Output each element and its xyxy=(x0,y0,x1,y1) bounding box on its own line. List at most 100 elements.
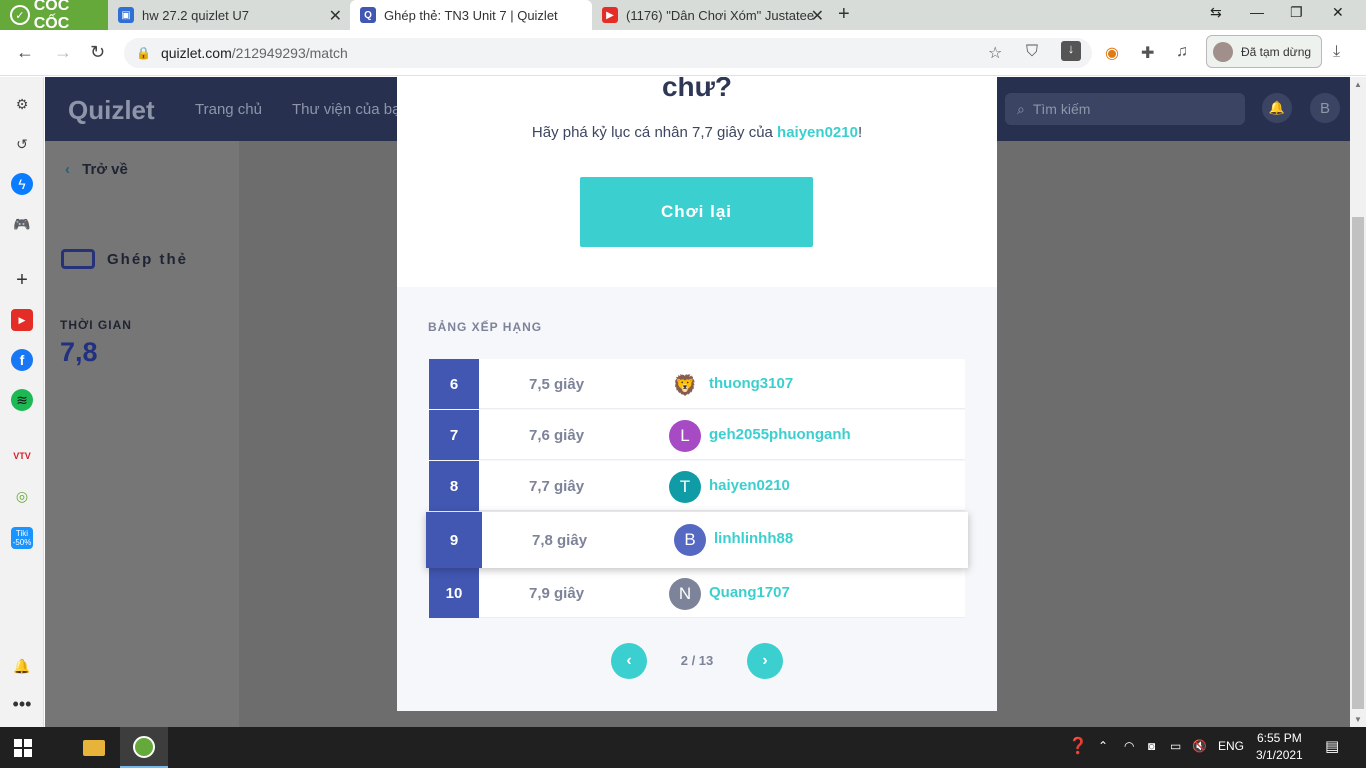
gear-icon[interactable]: ⚙ xyxy=(11,93,33,115)
tab-youtube[interactable]: ▶ (1176) "Dân Chơi Xóm" Justatee ✕ xyxy=(592,0,832,30)
user-avatar: B xyxy=(674,524,706,556)
scroll-up-icon[interactable]: ▲ xyxy=(1354,80,1362,89)
replay-button[interactable]: Chơi lại xyxy=(580,177,813,247)
search-placeholder: Tìm kiếm xyxy=(1032,101,1091,117)
language-indicator[interactable]: ENG xyxy=(1218,739,1244,753)
row-time: 7,8 giây xyxy=(532,532,588,549)
new-tab-icon[interactable]: + xyxy=(838,3,850,26)
row-username[interactable]: geh2055phuonganh xyxy=(709,426,851,443)
leaderboard-pager: ‹ 2 / 13 › xyxy=(611,643,783,679)
scrollbar-thumb[interactable] xyxy=(1352,217,1364,709)
user-avatar[interactable]: B xyxy=(1310,93,1340,123)
coccoc-taskbar-button[interactable] xyxy=(120,727,168,768)
row-username[interactable]: haiyen0210 xyxy=(709,477,790,494)
spotify-icon[interactable]: ≋ xyxy=(11,389,33,411)
vtv-icon[interactable]: VTV xyxy=(11,445,33,467)
action-center-icon[interactable]: ▤ xyxy=(1325,737,1339,755)
tab-quizlet-match[interactable]: Q Ghép thẻ: TN3 Unit 7 | Quizlet xyxy=(350,0,592,30)
back-arrow-icon[interactable]: ← xyxy=(16,42,34,63)
media-control-icon[interactable]: ♫ xyxy=(1176,43,1188,61)
file-explorer-button[interactable] xyxy=(70,727,118,768)
address-bar[interactable]: 🔒 quizlet.com/212949293/match xyxy=(124,38,1092,68)
gamepad-icon[interactable]: 🎮 xyxy=(11,213,33,235)
brand-label: CỐC CỐC xyxy=(33,0,70,32)
help-icon[interactable]: ❓ xyxy=(1068,736,1088,756)
record-holder-link[interactable]: haiyen0210 xyxy=(777,124,858,141)
download-tray-icon[interactable]: ⤓ xyxy=(1333,43,1340,61)
youtube-icon[interactable]: ▶ xyxy=(11,309,33,331)
extensions-puzzle-icon[interactable]: ✚ xyxy=(1141,43,1154,63)
scroll-down-icon[interactable]: ▼ xyxy=(1354,715,1362,724)
coccoc-logo-icon: ✓ xyxy=(10,5,30,25)
rank-number: 8 xyxy=(429,461,479,511)
leaderboard-row-current-user: 9 7,8 giây B linhlinhh88 xyxy=(426,512,968,568)
tiki-badge: -50% xyxy=(12,538,32,547)
paused-label: Đã tạm dừng xyxy=(1241,44,1312,59)
user-avatar: L xyxy=(669,420,701,452)
row-username[interactable]: linhlinhh88 xyxy=(714,530,793,547)
history-icon[interactable]: ↺ xyxy=(11,133,33,155)
coccoc-logo[interactable]: ✓ CỐC CỐC xyxy=(0,0,108,32)
clock-date: 3/1/2021 xyxy=(1256,748,1303,762)
next-page-button[interactable]: › xyxy=(747,643,783,679)
rank-number: 9 xyxy=(426,512,482,568)
windows-start-icon[interactable] xyxy=(14,739,32,757)
browser-sidebar: ⚙ ↺ ϟ 🎮 + ▶ f ≋ VTV ◎ Tiki -50% 🔔 ••• xyxy=(0,77,44,727)
folder-icon xyxy=(83,739,105,756)
webcam-icon[interactable]: ◙ xyxy=(1148,739,1155,753)
time-label: THỜI GIAN xyxy=(60,318,132,332)
plus-icon[interactable]: + xyxy=(11,269,33,291)
subtitle-suffix: ! xyxy=(857,124,863,141)
profile-paused-button[interactable]: Đã tạm dừng xyxy=(1206,35,1322,68)
row-time: 7,7 giây xyxy=(529,478,585,495)
search-input[interactable]: ⌕ Tìm kiếm xyxy=(1005,93,1245,125)
leaderboard-row: 7 7,6 giây L geh2055phuonganh xyxy=(429,410,965,460)
page-indicator: 2 / 13 xyxy=(680,653,714,668)
wifi-icon[interactable]: ◠ xyxy=(1124,739,1134,753)
clock-time: 6:55 PM xyxy=(1257,731,1302,745)
search-icon: ⌕ xyxy=(1017,100,1025,117)
bell-icon[interactable]: 🔔 xyxy=(1262,93,1292,123)
coccoc-map-icon[interactable]: ◎ xyxy=(11,485,33,507)
tab-hw-quizlet[interactable]: ▣ hw 27.2 quizlet U7 ✕ xyxy=(108,0,350,30)
close-tab-icon[interactable]: ✕ xyxy=(329,6,342,26)
minimize-icon[interactable]: — xyxy=(1250,4,1264,20)
nav-library[interactable]: Thư viện của bạn xyxy=(292,101,409,118)
taskbar-clock[interactable]: 6:55 PM 3/1/2021 xyxy=(1256,730,1303,764)
volume-mute-icon[interactable]: 🔇 xyxy=(1192,739,1207,753)
battery-icon[interactable]: ▭ xyxy=(1170,739,1181,753)
youtube-favicon-icon: ▶ xyxy=(602,7,618,23)
nav-home[interactable]: Trang chủ xyxy=(195,101,262,118)
close-tab-icon[interactable]: ✕ xyxy=(811,6,824,26)
modal-title: chư? xyxy=(661,77,733,102)
more-icon[interactable]: ••• xyxy=(11,693,33,715)
prev-page-button[interactable]: ‹ xyxy=(611,643,647,679)
notification-bell-icon[interactable]: 🔔 xyxy=(11,655,33,677)
maximize-icon[interactable]: ❐ xyxy=(1290,4,1303,21)
tab-search-icon[interactable]: ⇆ xyxy=(1210,4,1222,21)
extension-chrome-icon[interactable]: ◉ xyxy=(1105,43,1119,63)
page-scrollbar[interactable]: ▲ ▼ xyxy=(1350,77,1366,727)
back-link[interactable]: ‹ Trở về xyxy=(65,161,128,178)
quizlet-logo[interactable]: Quizlet xyxy=(68,95,155,126)
browser-tab-strip: ✓ CỐC CỐC ▣ hw 27.2 quizlet U7 ✕ Q Ghép … xyxy=(0,0,1366,32)
tiki-label: Tiki xyxy=(15,529,29,538)
forward-arrow-icon[interactable]: → xyxy=(54,42,72,63)
leaderboard-row: 6 7,5 giây 🦁 thuong3107 xyxy=(429,359,965,409)
facebook-icon[interactable]: f xyxy=(11,349,33,371)
mode-title: Ghép thẻ xyxy=(61,249,188,269)
bookmark-star-icon[interactable]: ☆ xyxy=(988,43,1002,63)
row-username[interactable]: Quang1707 xyxy=(709,584,790,601)
download-icon[interactable]: ↓ xyxy=(1061,41,1081,61)
rank-number: 7 xyxy=(429,410,479,460)
leaderboard-row: 8 7,7 giây T haiyen0210 xyxy=(429,461,965,511)
user-avatar: N xyxy=(669,578,701,610)
chevron-up-icon[interactable]: ⌃ xyxy=(1098,739,1108,753)
shield-icon[interactable]: ⛉ xyxy=(1026,43,1038,61)
row-username[interactable]: thuong3107 xyxy=(709,375,793,392)
messenger-icon[interactable]: ϟ xyxy=(11,173,33,195)
close-window-icon[interactable]: ✕ xyxy=(1332,4,1344,21)
tiki-icon[interactable]: Tiki -50% xyxy=(11,527,33,549)
reload-icon[interactable]: ↻ xyxy=(90,42,105,63)
coccoc-app-icon xyxy=(133,735,155,758)
